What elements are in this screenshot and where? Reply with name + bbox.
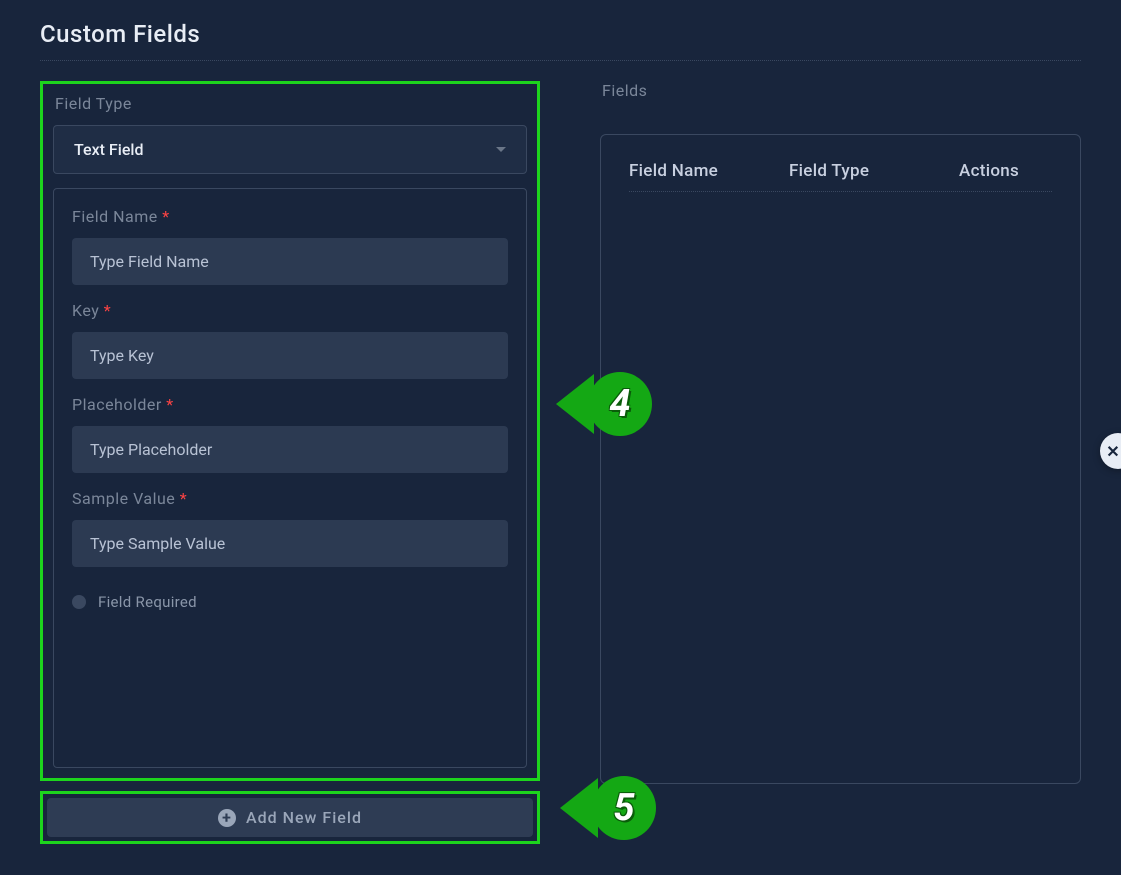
plus-icon: [218, 809, 236, 827]
key-input[interactable]: [72, 332, 508, 379]
callout-step-4: 4: [556, 372, 652, 436]
callout-step-5: 5: [560, 776, 656, 840]
title-divider: [40, 60, 1081, 61]
column-actions: Actions: [959, 161, 1052, 181]
step-5-highlight: Add New Field: [40, 791, 540, 844]
placeholder-label: Placeholder *: [72, 395, 508, 414]
field-required-checkbox[interactable]: [72, 595, 86, 609]
field-type-label: Field Type: [53, 94, 527, 113]
step-4-highlight: Field Type Text Field Field Name * Key *: [40, 81, 540, 781]
chevron-down-icon: [496, 147, 506, 152]
callout-number-5: 5: [592, 776, 656, 840]
fields-table-panel: Field Name Field Type Actions: [600, 134, 1081, 784]
add-new-field-button[interactable]: Add New Field: [47, 798, 533, 837]
sample-value-label: Sample Value *: [72, 489, 508, 508]
fields-table-header: Field Name Field Type Actions: [629, 161, 1052, 192]
field-name-label: Field Name *: [72, 207, 508, 226]
field-required-label: Field Required: [98, 593, 197, 611]
sample-value-input[interactable]: [72, 520, 508, 567]
field-type-select[interactable]: Text Field: [53, 125, 527, 174]
callout-number-4: 4: [588, 372, 652, 436]
page-title: Custom Fields: [40, 20, 1081, 48]
field-name-input[interactable]: [72, 238, 508, 285]
fields-heading: Fields: [600, 81, 1081, 100]
field-type-value: Text Field: [74, 140, 143, 159]
add-button-label: Add New Field: [246, 808, 362, 827]
key-label: Key *: [72, 301, 508, 320]
placeholder-input[interactable]: [72, 426, 508, 473]
field-form-panel: Field Name * Key * Placeholder *: [53, 188, 527, 768]
column-field-name: Field Name: [629, 161, 789, 181]
column-field-type: Field Type: [789, 161, 959, 181]
